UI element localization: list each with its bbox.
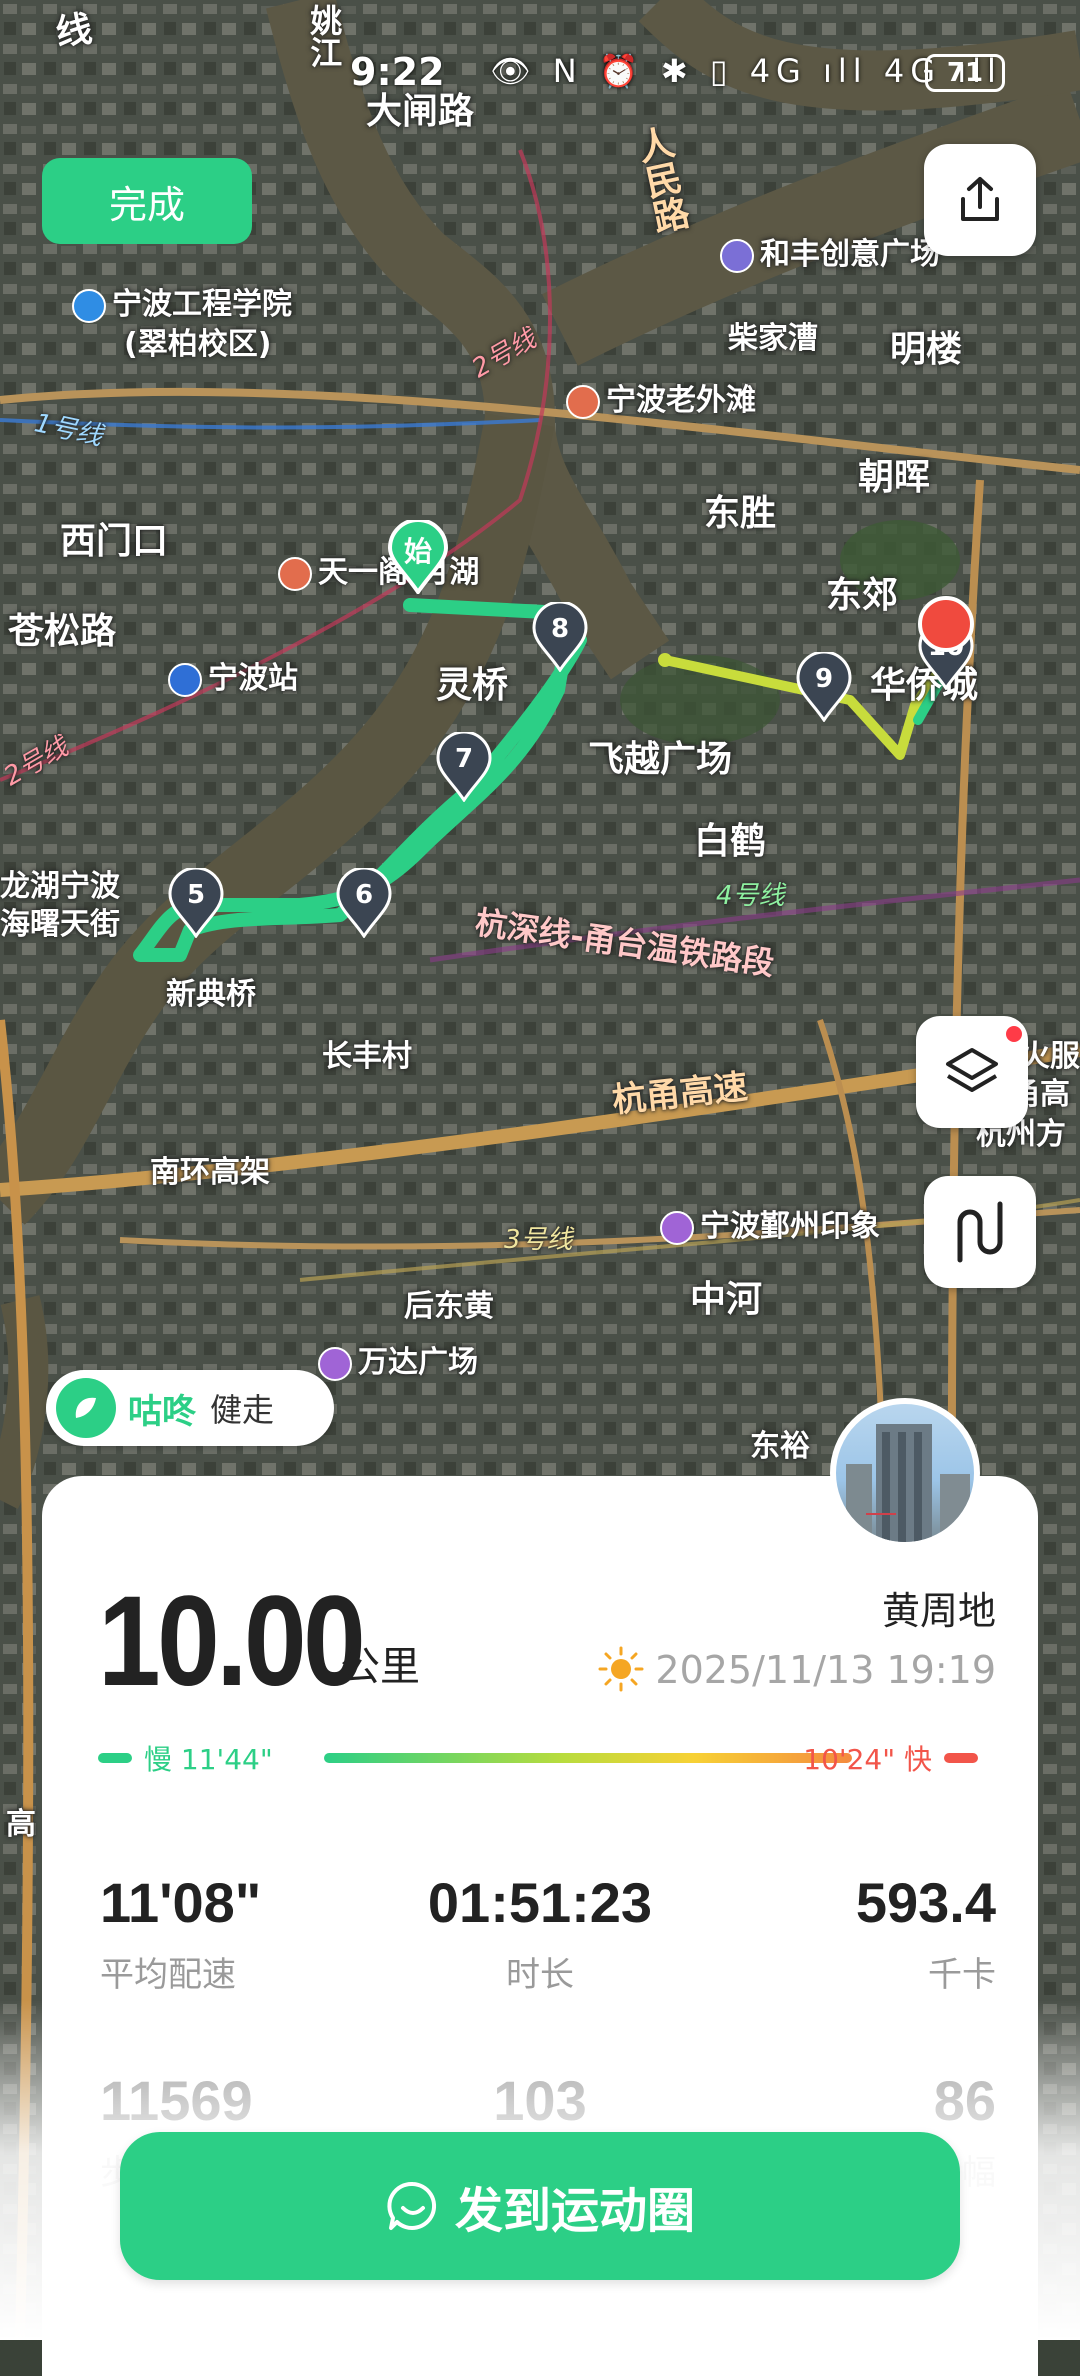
map-poi-old-bund[interactable]: 宁波老外滩 bbox=[566, 384, 756, 419]
map-label-chai-jia-cao: 柴家漕 bbox=[728, 321, 818, 356]
app-logo-icon bbox=[56, 1378, 116, 1438]
map-label-line: 线 bbox=[53, 8, 95, 55]
map-label-xi-men-kou: 西门口 bbox=[60, 521, 169, 562]
km-marker-label: 9 bbox=[814, 664, 834, 694]
km-marker-7[interactable]: 7 bbox=[436, 730, 492, 803]
pace-fast-swatch bbox=[944, 1753, 978, 1763]
map-label-zhong-he: 中河 bbox=[690, 1279, 763, 1320]
route-photo-thumbnail[interactable] bbox=[830, 1398, 980, 1548]
activity-datetime: 2025/11/13 19:19 bbox=[655, 1648, 996, 1692]
map-label-cang-song-lu: 苍松路 bbox=[8, 611, 117, 652]
distance-value: 10.00 bbox=[98, 1570, 366, 1713]
map-label-xin-dian-qiao: 新典桥 bbox=[166, 977, 256, 1012]
landmark-icon bbox=[566, 384, 600, 419]
pace-slow-swatch bbox=[98, 1753, 132, 1763]
start-marker-label: 始 bbox=[403, 535, 432, 568]
route-icon bbox=[957, 1201, 1003, 1263]
stat-value: 01:51:23 bbox=[427, 1871, 653, 1934]
km-marker-6[interactable]: 6 bbox=[336, 866, 392, 939]
share-icon bbox=[961, 177, 999, 221]
map-poi-yinzhou[interactable]: 宁波鄞州印象 bbox=[660, 1210, 880, 1245]
layers-icon bbox=[946, 1048, 998, 1092]
map-label-line4: 4号线 bbox=[716, 881, 785, 911]
train-station-icon bbox=[168, 662, 202, 697]
shopping-icon bbox=[660, 1210, 694, 1245]
chat-smile-icon bbox=[387, 2181, 437, 2230]
stat-label: 时长 bbox=[506, 1955, 574, 1995]
map-label-dong-yu: 东裕 bbox=[750, 1429, 810, 1464]
status-bar: 9:22 👁 N ⏰ ✱ ▯ 4G ıll 4G ıll 71 bbox=[0, 50, 1080, 110]
map-poi-tian-yi-ge[interactable]: 天一阁·月湖 bbox=[278, 556, 479, 591]
km-marker-label: 6 bbox=[354, 880, 374, 910]
stat-value: 593.4 bbox=[855, 1871, 996, 1934]
sun-icon bbox=[598, 1646, 644, 1692]
km-marker-label: 7 bbox=[454, 744, 474, 774]
map-label-dong-sheng: 东胜 bbox=[704, 493, 777, 534]
pace-fast-label: 10'24" 快 bbox=[803, 1743, 932, 1776]
poi-pin-icon bbox=[720, 238, 754, 273]
poi-label: 和丰创意广场 bbox=[760, 237, 940, 272]
map-label-zhao-hui: 朝晖 bbox=[858, 457, 931, 498]
map-poi-wanda[interactable]: 万达广场 bbox=[318, 1346, 478, 1381]
status-time: 9:22 bbox=[350, 50, 445, 94]
map-poi-ningbo-station[interactable]: 宁波站 bbox=[168, 662, 298, 697]
map-label-hou-dong-huang: 后东黄 bbox=[404, 1289, 494, 1324]
poi-label: 宁波老外滩 bbox=[606, 383, 756, 418]
map-poi-he-feng[interactable]: 和丰创意广场 bbox=[720, 238, 940, 273]
location-name: 黄周地 bbox=[881, 1589, 996, 1633]
map-label-ming-lou: 明楼 bbox=[890, 329, 963, 370]
map-label-gao: 高 bbox=[6, 1807, 36, 1842]
map-label-chang-feng: 长丰村 bbox=[322, 1039, 412, 1074]
done-button[interactable]: 完成 bbox=[42, 158, 252, 244]
post-button-label: 发到运动圈 bbox=[454, 2183, 695, 2239]
map-label-long-hu-1: 龙湖宁波 bbox=[0, 869, 120, 904]
share-button[interactable] bbox=[924, 144, 1036, 256]
stat-value: 11'08" bbox=[100, 1871, 262, 1934]
map-label-nan-huan: 南环高架 bbox=[150, 1155, 270, 1190]
stat-duration: 01:51:23 时长 bbox=[390, 1870, 690, 1996]
notification-dot bbox=[1006, 1026, 1022, 1042]
map-poi-nbut[interactable]: 宁波工程学院 bbox=[72, 288, 292, 323]
map-label-ling-qiao: 灵桥 bbox=[436, 665, 509, 706]
building-photo bbox=[846, 1424, 970, 1542]
pace-legend-bar: 慢 11'44" 10'24" 快 bbox=[98, 1738, 978, 1778]
map-label-right-edge-1: 火服 bbox=[1020, 1039, 1080, 1074]
shopping-icon bbox=[318, 1346, 352, 1381]
stat-avg-pace: 11'08" 平均配速 bbox=[100, 1870, 400, 1996]
post-to-feed-button[interactable]: 发到运动圈 bbox=[120, 2132, 960, 2280]
landmark-icon bbox=[278, 556, 312, 591]
km-marker-9[interactable]: 9 bbox=[796, 650, 852, 723]
poi-label: 万达广场 bbox=[358, 1345, 478, 1380]
pace-gradient bbox=[324, 1753, 852, 1763]
poi-label: 宁波站 bbox=[208, 661, 298, 696]
poi-label: 宁波工程学院 bbox=[112, 287, 292, 322]
pace-slow-label: 慢 11'44" bbox=[144, 1743, 273, 1776]
km-marker-label: 8 bbox=[550, 614, 570, 644]
map-layers-button[interactable] bbox=[916, 1016, 1028, 1128]
km-marker-5[interactable]: 5 bbox=[168, 866, 224, 939]
stat-label: 千卡 bbox=[928, 1955, 996, 1995]
km-marker-8[interactable]: 8 bbox=[532, 600, 588, 673]
stat-calories: 593.4 千卡 bbox=[696, 1870, 996, 1996]
km-marker-label: 5 bbox=[186, 880, 206, 910]
route-replay-button[interactable] bbox=[924, 1176, 1036, 1288]
activity-mode: 健走 bbox=[210, 1391, 275, 1429]
map-label-nbut-campus: (翠柏校区) bbox=[124, 327, 272, 362]
map-label-fei-yue: 飞越广场 bbox=[588, 739, 733, 780]
stat-label: 平均配速 bbox=[100, 1955, 236, 1995]
poi-label: 宁波鄞州印象 bbox=[700, 1209, 880, 1244]
map-label-long-hu-2: 海曙天街 bbox=[0, 907, 120, 942]
map-label-dong-jiao: 东郊 bbox=[826, 575, 899, 616]
map-label-bai-he: 白鹤 bbox=[694, 821, 767, 862]
route-end-marker[interactable] bbox=[918, 596, 974, 652]
distance-unit: 公里 bbox=[340, 1644, 420, 1690]
route-start-marker[interactable]: 始 bbox=[387, 518, 449, 596]
app-brand-name: 咕咚 bbox=[128, 1391, 196, 1432]
map-label-line3: 3号线 bbox=[504, 1225, 573, 1255]
battery-icon: 71 bbox=[925, 54, 1005, 92]
school-icon bbox=[72, 288, 106, 323]
app-badge: 咕咚 健走 bbox=[46, 1370, 334, 1446]
